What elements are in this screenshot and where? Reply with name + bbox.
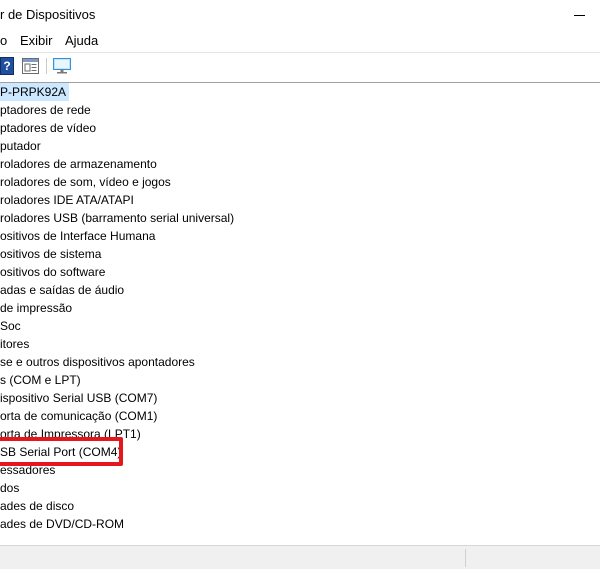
minimize-icon [574,15,585,16]
menu-item-ajuda[interactable]: Ajuda [65,33,98,48]
menu-item-exibir[interactable]: Exibir [20,33,53,48]
window-title: r de Dispositivos [0,7,96,22]
tree-item-keyboards[interactable]: dos [0,479,19,497]
tree-item-display-adapters[interactable]: ptadores de vídeo [0,119,96,137]
menu-bar: o Exibir Ajuda [0,31,600,51]
toolbar: ? [0,53,600,79]
tree-item-dvd-cdrom-drives[interactable]: ades de DVD/CD-ROM [0,515,124,533]
tree-item-system-devices[interactable]: ositivos de sistema [0,245,101,263]
tree-item-sound-controllers[interactable]: roladores de som, vídeo e jogos [0,173,171,191]
tree-item-network-adapters[interactable]: ptadores de rede [0,101,91,119]
tree-item-monitors[interactable]: itores [0,335,29,353]
status-divider [465,549,466,567]
com4-highlight-annotation [0,437,123,466]
tree-item-ports[interactable]: s (COM e LPT) [0,371,81,389]
toolbar-separator [46,58,47,74]
tree-item-usb-serial-device-com7[interactable]: ispositivo Serial USB (COM7) [0,389,157,407]
tree-item-hid-devices[interactable]: ositivos de Interface Humana [0,227,155,245]
tree-item-mice-pointing-devices[interactable]: se e outros dispositivos apontadores [0,353,195,371]
tree-item-audio-inputs-outputs[interactable]: adas e saídas de áudio [0,281,124,299]
scan-hardware-icon[interactable] [52,57,72,75]
status-bar [0,545,600,569]
tree-item-ide-controllers[interactable]: roladores IDE ATA/ATAPI [0,191,134,209]
title-bar: r de Dispositivos [0,0,600,30]
properties-icon[interactable] [22,58,39,74]
minimize-button[interactable] [568,4,592,26]
tree-item-disk-drives[interactable]: ades de disco [0,497,74,515]
menu-item-acao[interactable]: o [0,33,7,48]
tree-item-software-devices[interactable]: ositivos do software [0,263,105,281]
tree-item-usb-controllers[interactable]: roladores USB (barramento serial univers… [0,209,234,227]
tree-item-soc[interactable]: Soc [0,317,21,335]
tree-root-computer[interactable]: P-PRPK92A [0,83,70,101]
help-icon[interactable]: ? [0,57,14,75]
tree-item-communications-port-com1[interactable]: orta de comunicação (COM1) [0,407,157,425]
tree-item-print-queues[interactable]: de impressão [0,299,72,317]
tree-item-storage-controllers[interactable]: roladores de armazenamento [0,155,157,173]
tree-item-computer[interactable]: putador [0,137,41,155]
device-tree[interactable]: P-PRPK92A ptadores de rede ptadores de v… [0,83,600,545]
